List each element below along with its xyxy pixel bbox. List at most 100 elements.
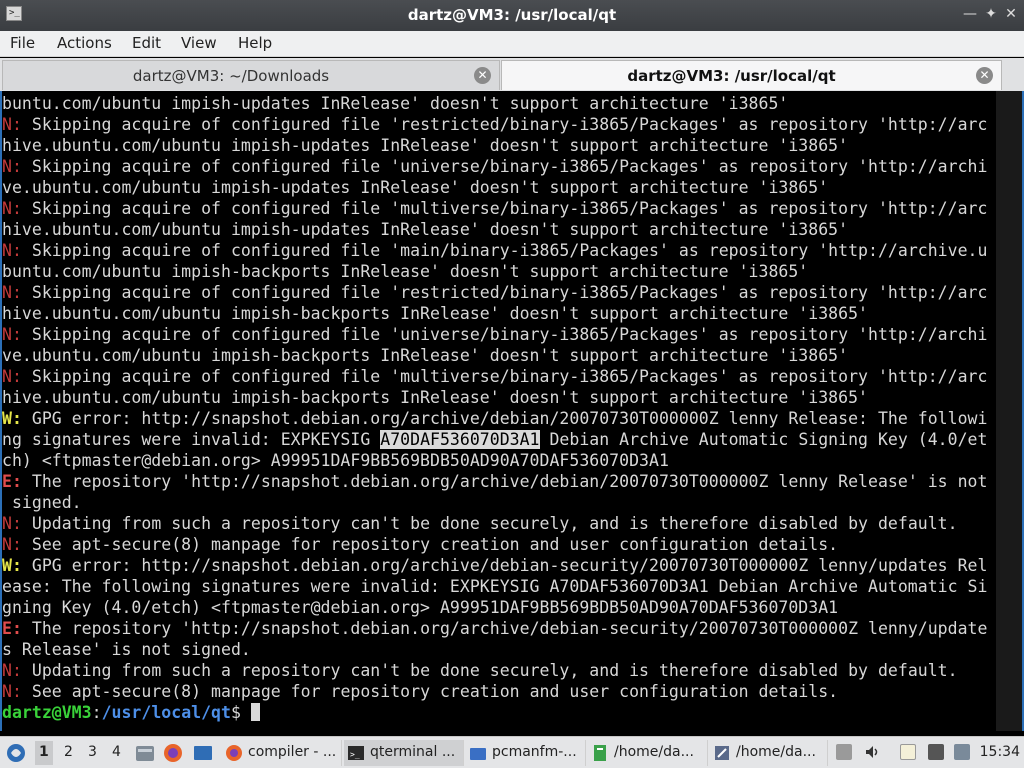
task-label: /home/da... bbox=[736, 744, 816, 760]
terminal-text: W: bbox=[2, 556, 22, 575]
firefox-icon bbox=[226, 745, 242, 761]
menu-help[interactable]: Help bbox=[238, 34, 272, 52]
close-tab-icon[interactable]: ✕ bbox=[474, 67, 491, 84]
terminal-text: Skipping acquire of configured file 'uni… bbox=[21, 157, 988, 176]
svg-text:>_: >_ bbox=[350, 750, 360, 759]
prompt-path: /usr/local/qt bbox=[101, 703, 231, 722]
folder-icon bbox=[470, 748, 486, 760]
shell-prompt[interactable]: dartz@VM3:/usr/local/qt$ bbox=[2, 702, 998, 723]
terminal-text: s Release' is not signed. bbox=[2, 640, 251, 659]
maximize-icon[interactable]: ✦ bbox=[983, 5, 999, 23]
terminal-scrollbar[interactable] bbox=[996, 91, 1022, 731]
terminal-line: E: The repository 'http://snapshot.debia… bbox=[2, 471, 998, 492]
desktop-launcher-icon[interactable] bbox=[192, 737, 214, 768]
text-editor-icon bbox=[715, 746, 729, 760]
taskbar: 1 2 3 4 compiler - ... >_ qterminal ... … bbox=[0, 736, 1024, 768]
terminal-text: N: bbox=[2, 115, 22, 134]
terminal-text: See apt-secure(8) manpage for repository… bbox=[21, 535, 839, 554]
terminal-text: N: bbox=[2, 514, 22, 533]
tab-bar: dartz@VM3: ~/Downloads ✕ dartz@VM3: /usr… bbox=[0, 58, 1024, 91]
terminal-text: W: bbox=[2, 409, 22, 428]
task-compiler[interactable]: compiler - ... bbox=[222, 740, 342, 766]
window-title: dartz@VM3: /usr/local/qt bbox=[407, 6, 617, 24]
trash-icon[interactable] bbox=[836, 744, 852, 760]
workspace-3[interactable]: 3 bbox=[88, 744, 97, 760]
file-manager-launcher-icon[interactable] bbox=[134, 737, 156, 768]
terminal-line: N: Skipping acquire of configured file '… bbox=[2, 282, 998, 303]
terminal-line: hive.ubuntu.com/ubuntu impish-updates In… bbox=[2, 135, 998, 156]
workspace-2[interactable]: 2 bbox=[64, 744, 73, 760]
task-pcmanfm[interactable]: pcmanfm-... bbox=[466, 740, 586, 766]
terminal-view[interactable]: buntu.com/ubuntu impish-updates InReleas… bbox=[0, 91, 1024, 731]
terminal-line: ve.ubuntu.com/ubuntu impish-updates InRe… bbox=[2, 177, 998, 198]
tab-usr-local-qt[interactable]: dartz@VM3: /usr/local/qt ✕ bbox=[501, 60, 1002, 90]
terminal-line: N: Skipping acquire of configured file '… bbox=[2, 240, 998, 261]
volume-icon[interactable] bbox=[864, 744, 880, 760]
workspace-1[interactable]: 1 bbox=[35, 741, 53, 765]
terminal-line: N: Skipping acquire of configured file '… bbox=[2, 324, 998, 345]
terminal-text: E: bbox=[2, 619, 22, 638]
terminal-text: Updating from such a repository can't be… bbox=[21, 661, 958, 680]
terminal-text: Debian Archive Automatic Signing Key (4.… bbox=[539, 430, 988, 449]
task-label: qterminal ... bbox=[370, 744, 456, 760]
terminal-text: hive.ubuntu.com/ubuntu impish-backports … bbox=[2, 388, 868, 407]
start-menu-icon[interactable] bbox=[4, 737, 28, 768]
prompt-user: dartz@VM3 bbox=[2, 703, 92, 722]
terminal-line: N: Updating from such a repository can't… bbox=[2, 513, 998, 534]
terminal-text: The repository 'http://snapshot.debian.o… bbox=[21, 472, 988, 491]
terminal-line: ease: The following signatures were inva… bbox=[2, 576, 998, 597]
task-qterminal[interactable]: >_ qterminal ... bbox=[344, 740, 464, 766]
terminal-text: hive.ubuntu.com/ubuntu impish-updates In… bbox=[2, 136, 849, 155]
close-tab-icon[interactable]: ✕ bbox=[976, 67, 993, 84]
workspace-4[interactable]: 4 bbox=[112, 744, 121, 760]
terminal-line: N: Skipping acquire of configured file '… bbox=[2, 114, 998, 135]
menu-edit[interactable]: Edit bbox=[132, 34, 161, 52]
terminal-text: buntu.com/ubuntu impish-backports InRele… bbox=[2, 262, 809, 281]
terminal-text: The repository 'http://snapshot.debian.o… bbox=[21, 619, 988, 638]
window-titlebar[interactable]: >_ dartz@VM3: /usr/local/qt — ✦ ✕ bbox=[0, 0, 1024, 31]
terminal-line: buntu.com/ubuntu impish-updates InReleas… bbox=[2, 93, 998, 114]
terminal-text: buntu.com/ubuntu impish-updates InReleas… bbox=[2, 94, 789, 113]
tab-label: dartz@VM3: ~/Downloads bbox=[132, 67, 330, 85]
clock[interactable]: 15:34 bbox=[980, 744, 1020, 760]
minimize-icon[interactable]: — bbox=[962, 5, 978, 23]
network-icon[interactable] bbox=[954, 744, 970, 760]
terminal-text: Skipping acquire of configured file 'mul… bbox=[21, 367, 988, 386]
clipboard-icon[interactable] bbox=[900, 744, 916, 760]
keyboard-icon[interactable] bbox=[928, 744, 944, 760]
close-icon[interactable]: ✕ bbox=[1003, 5, 1019, 23]
tab-label: dartz@VM3: /usr/local/qt bbox=[627, 67, 836, 85]
tab-downloads[interactable]: dartz@VM3: ~/Downloads ✕ bbox=[2, 60, 500, 90]
document-icon bbox=[594, 745, 606, 761]
terminal-line: W: GPG error: http://snapshot.debian.org… bbox=[2, 555, 998, 576]
prompt-separator: : bbox=[91, 703, 102, 722]
terminal-text: Skipping acquire of configured file 'mul… bbox=[21, 199, 988, 218]
firefox-launcher-icon[interactable] bbox=[162, 737, 184, 768]
terminal-text: N: bbox=[2, 325, 22, 344]
terminal-text: hive.ubuntu.com/ubuntu impish-backports … bbox=[2, 304, 868, 323]
terminal-text: ch) <ftpmaster@debian.org> A99951DAF9BB5… bbox=[2, 451, 669, 470]
terminal-line: ch) <ftpmaster@debian.org> A99951DAF9BB5… bbox=[2, 450, 998, 471]
terminal-line: N: Updating from such a repository can't… bbox=[2, 660, 998, 681]
terminal-text: ease: The following signatures were inva… bbox=[2, 577, 988, 596]
task-home-da-1[interactable]: /home/da... bbox=[588, 740, 708, 766]
terminal-text: E: bbox=[2, 472, 22, 491]
terminal-line: N: See apt-secure(8) manpage for reposit… bbox=[2, 681, 998, 702]
selected-text: A70DAF536070D3A1 bbox=[380, 430, 540, 449]
terminal-text: Skipping acquire of configured file 'res… bbox=[21, 283, 988, 302]
menu-view[interactable]: View bbox=[181, 34, 217, 52]
task-home-da-2[interactable]: /home/da... bbox=[710, 740, 828, 766]
terminal-text: ve.ubuntu.com/ubuntu impish-backports In… bbox=[2, 346, 849, 365]
terminal-text: Skipping acquire of configured file 'mai… bbox=[21, 241, 988, 260]
terminal-text: GPG error: http://snapshot.debian.org/ar… bbox=[21, 556, 988, 575]
prompt-symbol: $ bbox=[230, 703, 251, 722]
terminal-line: buntu.com/ubuntu impish-backports InRele… bbox=[2, 261, 998, 282]
menu-actions[interactable]: Actions bbox=[57, 34, 112, 52]
terminal-text: N: bbox=[2, 199, 22, 218]
terminal-text: N: bbox=[2, 661, 22, 680]
terminal-text: N: bbox=[2, 283, 22, 302]
text-cursor bbox=[250, 703, 260, 721]
terminal-text: Skipping acquire of configured file 'res… bbox=[21, 115, 988, 134]
terminal-text: See apt-secure(8) manpage for repository… bbox=[21, 682, 839, 701]
menu-file[interactable]: File bbox=[10, 34, 35, 52]
